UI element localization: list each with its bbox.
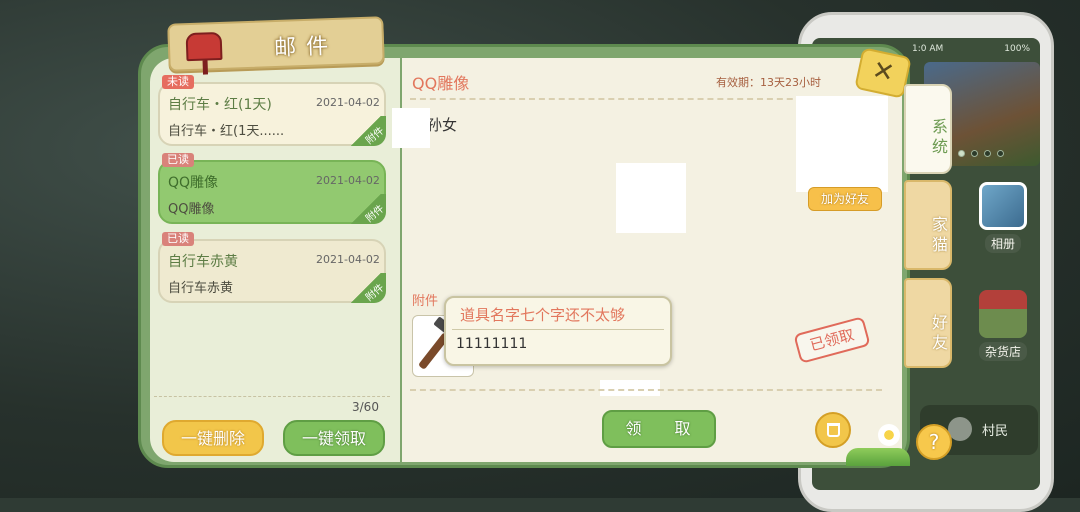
tooltip-item-desc: 11111111: [456, 336, 528, 352]
redacted-block: [616, 163, 686, 233]
pager-dot: [971, 150, 978, 157]
mail-preview: 自行车赤黄: [168, 281, 234, 296]
app-shop[interactable]: 杂货店: [972, 290, 1034, 361]
tooltip-item-name: 道具名字七个字还不太够: [460, 306, 626, 324]
delete-all-button[interactable]: 一键删除: [162, 420, 264, 456]
mail-subject: QQ雕像: [168, 175, 219, 191]
pager-dot: [997, 150, 1004, 157]
app-album-label: 相册: [984, 234, 1021, 253]
redacted-block: [600, 380, 660, 396]
tab-cat[interactable]: 家猫: [904, 180, 952, 270]
grass-decoration: [846, 448, 910, 466]
phone-battery: 100%: [1004, 44, 1030, 54]
divider: [410, 389, 882, 391]
delete-mail-button[interactable]: [815, 412, 851, 448]
redacted-block: [796, 96, 888, 192]
mail-status-tag: 已读: [162, 153, 194, 167]
mail-title-board: 邮件: [167, 16, 385, 72]
claim-button[interactable]: 领 取: [602, 410, 716, 448]
shop-icon: [979, 290, 1027, 338]
attachment-badge: 附件: [348, 194, 386, 225]
window-title: 邮件: [273, 33, 339, 62]
mail-detail-title: QQ雕像: [412, 74, 470, 93]
mail-preview: QQ雕像: [168, 202, 215, 217]
mail-count: 3/60: [352, 400, 379, 414]
app-album[interactable]: 相册: [972, 182, 1034, 253]
mail-status-tag: 已读: [162, 232, 194, 246]
pager-dot: [958, 150, 965, 157]
villager-label: 村民: [982, 424, 1009, 439]
item-tooltip: 道具名字七个字还不太够 11111111: [444, 296, 672, 366]
banner-pager: [958, 150, 1004, 157]
attachment-badge: 附件: [348, 273, 386, 304]
mail-item[interactable]: 已读 QQ雕像 2021-04-02 QQ雕像 附件: [158, 153, 386, 225]
mail-preview: 自行车・红(1天......: [168, 124, 285, 139]
mail-validity: 有效期：13天23小时: [716, 76, 821, 89]
list-divider: [154, 396, 390, 397]
mail-subject: 自行车・红(1天): [168, 97, 272, 113]
add-friend-button[interactable]: 加为好友: [808, 187, 882, 211]
redacted-block: [392, 108, 430, 148]
album-icon: [979, 182, 1027, 230]
help-icon: ?: [928, 430, 940, 454]
phone-time: 1:0 AM: [912, 44, 944, 54]
trash-icon: [826, 423, 840, 437]
claim-all-button[interactable]: 一键领取: [283, 420, 385, 456]
mail-status-tag: 未读: [162, 75, 194, 89]
mail-item[interactable]: 已读 自行车赤黄 2021-04-02 自行车赤黄 附件: [158, 232, 386, 304]
app-shop-label: 杂货店: [978, 342, 1027, 361]
tab-system[interactable]: 系统: [904, 84, 952, 174]
mail-subject: 自行车赤黄: [168, 254, 238, 270]
mail-item[interactable]: 未读 自行车・红(1天) 2021-04-02 自行车・红(1天...... 附…: [158, 75, 386, 147]
mailbox-icon: [185, 31, 223, 62]
attachment-badge: 附件: [348, 116, 386, 147]
tab-friends[interactable]: 好友: [904, 278, 952, 368]
pager-dot: [984, 150, 991, 157]
help-button[interactable]: ?: [916, 424, 952, 460]
flower-decoration: [878, 424, 900, 446]
attachment-header: 附件: [412, 294, 439, 309]
mail-date: 2021-04-02: [316, 96, 380, 109]
close-icon: ✕: [869, 55, 897, 89]
mail-date: 2021-04-02: [316, 174, 380, 187]
mail-date: 2021-04-02: [316, 253, 380, 266]
tooltip-divider: [452, 329, 664, 330]
